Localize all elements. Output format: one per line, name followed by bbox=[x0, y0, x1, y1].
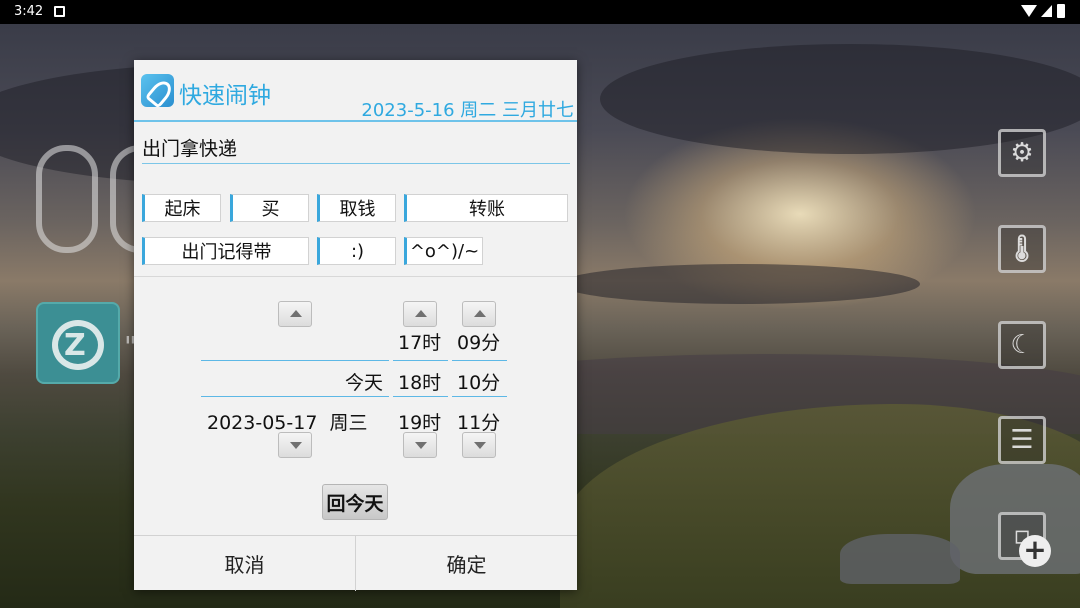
hour-current[interactable]: 18时 bbox=[398, 368, 441, 395]
picker-line bbox=[393, 360, 448, 361]
minute-up-button[interactable] bbox=[462, 301, 496, 327]
chip-bring-when-out[interactable]: 出门记得带 bbox=[142, 237, 309, 265]
status-bar: 3:42 bbox=[0, 0, 1080, 24]
night-mode-icon: ☾ bbox=[1010, 330, 1034, 360]
picker-line bbox=[452, 360, 507, 361]
chip-transfer[interactable]: 转账 bbox=[404, 194, 568, 222]
chip-wake-up[interactable]: 起床 bbox=[142, 194, 221, 222]
chip-buy[interactable]: 买 bbox=[230, 194, 309, 222]
hour-down-button[interactable] bbox=[403, 432, 437, 458]
minute-current[interactable]: 10分 bbox=[457, 368, 500, 395]
back-to-today-button[interactable]: 回今天 bbox=[322, 484, 388, 520]
night-mode-button[interactable]: ☾ bbox=[998, 321, 1046, 369]
hour-up-button[interactable] bbox=[403, 301, 437, 327]
cancel-button[interactable]: 取消 bbox=[134, 536, 355, 591]
add-icon[interactable]: + bbox=[1019, 535, 1051, 567]
thermometer-button[interactable]: 🌡 bbox=[998, 225, 1046, 273]
chevron-down-icon bbox=[415, 442, 427, 449]
minute-prev: 09分 bbox=[457, 332, 501, 354]
thermometer-icon: 🌡 bbox=[1005, 234, 1039, 264]
battery-icon bbox=[1057, 4, 1065, 18]
confirm-button[interactable]: 确定 bbox=[356, 536, 577, 591]
settings-icon: ⚙ bbox=[1010, 138, 1034, 168]
picker-line bbox=[201, 396, 389, 397]
chevron-down-icon bbox=[474, 442, 486, 449]
dialog-footer: 取消 确定 bbox=[134, 535, 577, 591]
dialog-date: 2023-5-16 周二 三月廿七 bbox=[361, 100, 574, 121]
chip-withdraw-cash[interactable]: 取钱 bbox=[317, 194, 396, 222]
list-icon: ☰ bbox=[1010, 425, 1034, 455]
chevron-down-icon bbox=[290, 442, 302, 449]
chevron-up-icon bbox=[474, 310, 486, 317]
picker-line bbox=[452, 396, 507, 397]
clock-digit bbox=[36, 145, 98, 253]
memo-input[interactable] bbox=[142, 132, 570, 164]
picker-line bbox=[201, 360, 389, 361]
chevron-up-icon bbox=[290, 310, 302, 317]
hour-next: 19时 bbox=[398, 412, 442, 434]
day-current[interactable]: 今天 bbox=[345, 368, 383, 395]
chevron-up-icon bbox=[415, 310, 427, 317]
hour-prev: 17时 bbox=[398, 332, 442, 354]
image-notification-icon bbox=[54, 6, 65, 17]
day-down-button[interactable] bbox=[278, 432, 312, 458]
day-next: 2023-05-17 周三 bbox=[207, 412, 368, 434]
signal-icon bbox=[1041, 5, 1052, 17]
minute-down-button[interactable] bbox=[462, 432, 496, 458]
rocket-icon bbox=[141, 74, 174, 107]
quick-alarm-dialog: 快速闹钟 2023-5-16 周二 三月廿七 起床 买 取钱 转账 出门记得带 … bbox=[134, 60, 577, 591]
day-up-button[interactable] bbox=[278, 301, 312, 327]
chip-smile[interactable]: :) bbox=[317, 237, 396, 265]
picker-line bbox=[393, 396, 448, 397]
alarm-app-icon[interactable]: Z bbox=[36, 302, 120, 384]
wifi-icon bbox=[1021, 5, 1037, 17]
status-time: 3:42 bbox=[14, 4, 44, 19]
minute-next: 11分 bbox=[457, 412, 501, 434]
settings-button[interactable]: ⚙ bbox=[998, 129, 1046, 177]
list-button[interactable]: ☰ bbox=[998, 416, 1046, 464]
chip-cheer[interactable]: ^o^)/~ bbox=[404, 237, 483, 265]
dialog-header: 快速闹钟 2023-5-16 周二 三月廿七 bbox=[134, 60, 577, 122]
divider bbox=[134, 276, 577, 277]
dialog-title: 快速闹钟 bbox=[179, 83, 271, 109]
